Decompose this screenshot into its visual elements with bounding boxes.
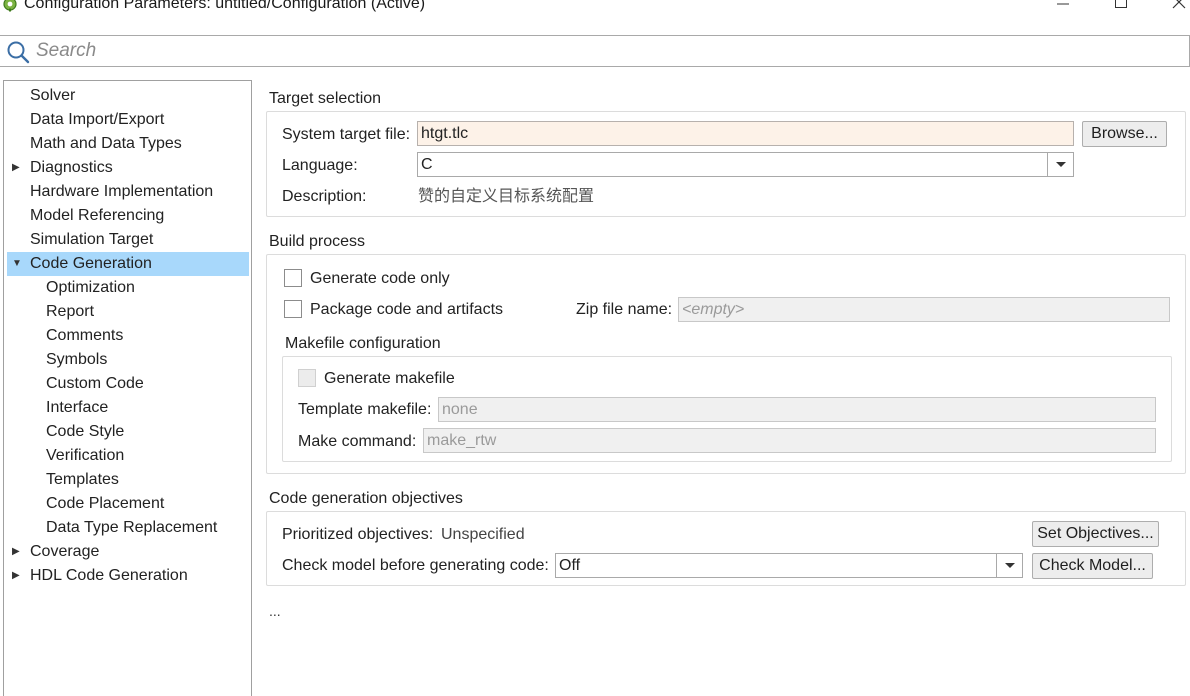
tree-item-solver[interactable]: Solver (7, 84, 249, 108)
build-process-title: Build process (269, 233, 366, 250)
tree-item-label: Code Placement (46, 495, 165, 512)
collapsed-arrow-icon[interactable]: ▶ (12, 564, 22, 588)
tree-item-label: HDL Code Generation (30, 567, 188, 584)
category-tree: Solver Data Import/Export Math and Data Ty… (3, 80, 252, 696)
tree-item-hardware-implementation[interactable]: Hardware Implementation (7, 180, 249, 204)
title-bar: Configuration Parameters: untitled/Confi… (0, 0, 1190, 22)
tree-item-comments[interactable]: Comments (7, 324, 249, 348)
zip-file-label: Zip file name: (576, 301, 673, 318)
language-value: C (421, 156, 433, 173)
maximize-icon[interactable] (1106, 0, 1136, 15)
tree-item-templates[interactable]: Templates (7, 468, 249, 492)
tree-item-code-placement[interactable]: Code Placement (7, 492, 249, 516)
more-options-ellipsis[interactable]: ... (269, 603, 281, 619)
tree-item-label: Coverage (30, 543, 100, 560)
collapsed-arrow-icon[interactable]: ▶ (12, 540, 22, 564)
tree-item-label: Code Generation (30, 255, 152, 272)
check-model-button[interactable]: Check Model... (1032, 553, 1153, 579)
chevron-down-icon[interactable] (1047, 153, 1073, 176)
tree-item-label: Comments (46, 327, 124, 344)
tree-item-label: Math and Data Types (30, 135, 182, 152)
tree-item-custom-code[interactable]: Custom Code (7, 372, 249, 396)
tree-item-label: Symbols (46, 351, 108, 368)
package-code-label: Package code and artifacts (310, 301, 504, 318)
build-process-group: Generate code only Package code and arti… (266, 254, 1186, 474)
objectives-title: Code generation objectives (269, 490, 463, 507)
expanded-arrow-icon[interactable]: ▼ (12, 252, 22, 276)
tree-item-diagnostics[interactable]: ▶ Diagnostics (7, 156, 249, 180)
tree-item-label: Hardware Implementation (30, 183, 214, 200)
tree-item-label: Simulation Target (30, 231, 154, 248)
tree-item-label: Interface (46, 399, 109, 416)
minimize-icon[interactable] (1049, 0, 1079, 15)
tree-item-report[interactable]: Report (7, 300, 249, 324)
tree-item-label: Data Type Replacement (46, 519, 218, 536)
tree-item-data-import-export[interactable]: Data Import/Export (7, 108, 249, 132)
template-makefile-field[interactable]: none (438, 397, 1156, 422)
generate-code-only-checkbox[interactable] (284, 269, 302, 287)
makefile-config-title: Makefile configuration (285, 335, 441, 352)
tree-item-label: Verification (46, 447, 125, 464)
prioritized-objectives-label: Prioritized objectives: (282, 526, 434, 543)
check-model-select[interactable]: Off (555, 553, 1023, 578)
tree-item-label: Diagnostics (30, 159, 113, 176)
tree-item-optimization[interactable]: Optimization (7, 276, 249, 300)
search-icon (7, 41, 30, 64)
generate-makefile-checkbox[interactable] (298, 369, 316, 387)
make-command-field[interactable]: make_rtw (423, 428, 1156, 453)
prioritized-objectives-value: Unspecified (441, 526, 525, 543)
system-target-file-label: System target file: (282, 126, 411, 143)
chevron-down-icon[interactable] (996, 554, 1022, 577)
set-objectives-button[interactable]: Set Objectives... (1032, 521, 1159, 547)
tree-item-code-generation[interactable]: ▼ Code Generation (7, 252, 249, 276)
language-select[interactable]: C (417, 152, 1074, 177)
check-model-label: Check model before generating code: (282, 557, 549, 574)
tree-item-label: Data Import/Export (30, 111, 165, 128)
tree-item-symbols[interactable]: Symbols (7, 348, 249, 372)
tree-item-hdl-code-generation[interactable]: ▶ HDL Code Generation (7, 564, 249, 588)
description-value: 赞的自定义目标系统配置 (418, 186, 595, 205)
tree-item-simulation-target[interactable]: Simulation Target (7, 228, 249, 252)
close-icon[interactable] (1163, 0, 1190, 15)
tree-item-label: Optimization (46, 279, 135, 296)
objectives-group: Prioritized objectives: Unspecified Set … (266, 511, 1186, 586)
check-model-value: Off (559, 557, 581, 574)
description-label: Description: (282, 188, 367, 205)
simulink-gear-icon (3, 0, 17, 12)
tree-item-label: Custom Code (46, 375, 144, 392)
tree-item-verification[interactable]: Verification (7, 444, 249, 468)
tree-item-label: Model Referencing (30, 207, 165, 224)
system-target-file-field[interactable]: htgt.tlc (417, 121, 1074, 146)
language-label: Language: (282, 157, 358, 174)
generate-code-only-label: Generate code only (310, 270, 450, 287)
tree-item-code-style[interactable]: Code Style (7, 420, 249, 444)
makefile-config-group: Generate makefile Template makefile: non… (282, 356, 1172, 462)
generate-makefile-label: Generate makefile (324, 370, 455, 387)
tree-item-label: Report (46, 303, 95, 320)
template-makefile-label: Template makefile: (298, 401, 432, 418)
target-selection-title: Target selection (269, 90, 382, 107)
tree-item-coverage[interactable]: ▶ Coverage (7, 540, 249, 564)
tree-item-label: Templates (46, 471, 119, 488)
zip-file-field[interactable]: <empty> (678, 297, 1170, 322)
package-code-checkbox[interactable] (284, 300, 302, 318)
target-selection-group: System target file: htgt.tlc Browse... L… (266, 111, 1186, 217)
tree-item-math-and-data-types[interactable]: Math and Data Types (7, 132, 249, 156)
tree-item-label: Code Style (46, 423, 125, 440)
tree-item-model-referencing[interactable]: Model Referencing (7, 204, 249, 228)
tree-item-label: Solver (30, 87, 76, 104)
search-bar (0, 35, 1190, 67)
collapsed-arrow-icon[interactable]: ▶ (12, 156, 22, 180)
tree-item-interface[interactable]: Interface (7, 396, 249, 420)
make-command-label: Make command: (298, 433, 417, 450)
search-input[interactable] (36, 39, 1176, 63)
window-title: Configuration Parameters: untitled/Confi… (24, 0, 426, 12)
tree-item-data-type-replacement[interactable]: Data Type Replacement (7, 516, 249, 540)
browse-button[interactable]: Browse... (1082, 121, 1167, 147)
